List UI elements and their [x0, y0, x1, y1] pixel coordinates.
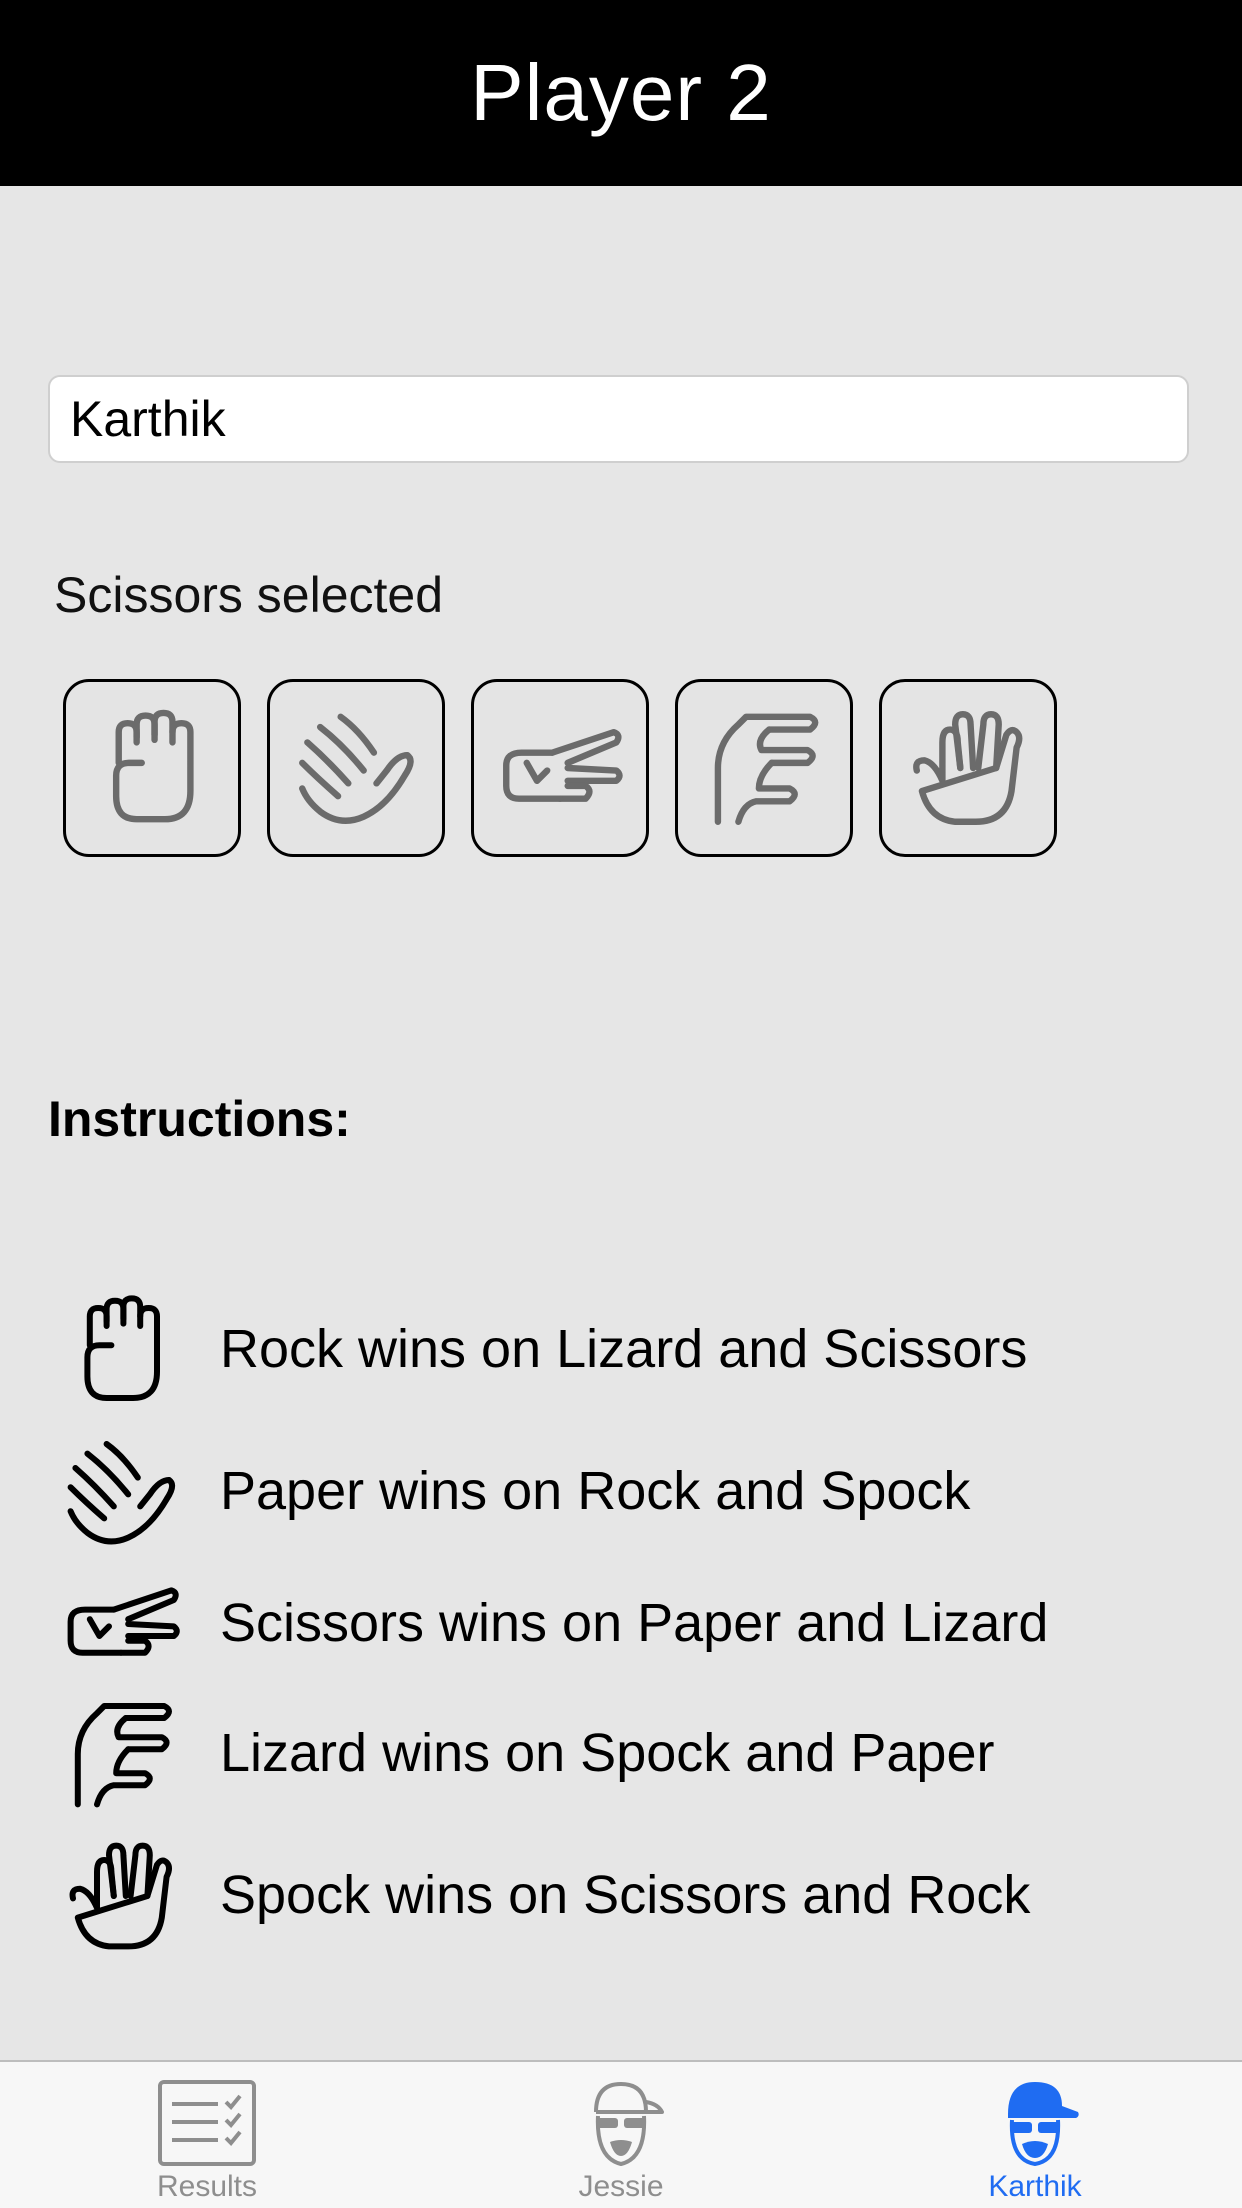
- tab-jessie[interactable]: Jessie: [414, 2062, 828, 2208]
- tab-label-jessie: Jessie: [578, 2170, 664, 2203]
- paper-hand-icon: [61, 1432, 181, 1552]
- rock-hand-icon: [88, 704, 216, 832]
- instructions-heading: Instructions:: [48, 1091, 351, 1147]
- scissors-hand-icon: [61, 1564, 181, 1684]
- rock-hand-icon: [61, 1290, 181, 1410]
- rock-rule-icon: [46, 1290, 196, 1410]
- player-avatar-icon: [594, 2082, 664, 2166]
- tab-karthik[interactable]: Karthik: [828, 2062, 1242, 2208]
- paper-choice-button[interactable]: [267, 679, 445, 857]
- paper-hand-icon: [292, 704, 420, 832]
- spock-choice-button[interactable]: [879, 679, 1057, 857]
- results-checklist-icon: [158, 2080, 256, 2166]
- navigation-bar: Player 2: [0, 0, 1242, 186]
- lizard-hand-icon: [700, 704, 828, 832]
- tab-results[interactable]: Results: [0, 2062, 414, 2208]
- scissors-rule-icon: [46, 1564, 196, 1684]
- selection-status: Scissors selected: [54, 567, 444, 623]
- rule-text-spock: Spock wins on Scissors and Rock: [220, 1865, 1031, 1925]
- tab-label-karthik: Karthik: [988, 2170, 1082, 2203]
- lizard-rule-icon: [46, 1694, 196, 1814]
- tab-label-results: Results: [156, 2170, 258, 2203]
- paper-rule-icon: [46, 1432, 196, 1552]
- rule-text-scissors: Scissors wins on Paper and Lizard: [220, 1593, 1049, 1653]
- rule-text-rock: Rock wins on Lizard and Scissors: [220, 1319, 1028, 1379]
- spock-hand-icon: [904, 704, 1032, 832]
- rule-text-paper: Paper wins on Rock and Spock: [220, 1461, 971, 1521]
- tab-bar: Results Jessie Karthik: [0, 2060, 1242, 2208]
- page-title: Player 2: [470, 48, 772, 137]
- spock-rule-icon: [46, 1836, 196, 1956]
- scissors-choice-button[interactable]: [471, 679, 649, 857]
- spock-hand-icon: [61, 1836, 181, 1956]
- rule-text-lizard: Lizard wins on Spock and Paper: [220, 1723, 995, 1783]
- lizard-hand-icon: [61, 1694, 181, 1814]
- player-avatar-icon: [1008, 2082, 1079, 2166]
- lizard-choice-button[interactable]: [675, 679, 853, 857]
- scissors-hand-icon: [496, 704, 624, 832]
- rock-choice-button[interactable]: [63, 679, 241, 857]
- player-name-input[interactable]: [48, 375, 1189, 463]
